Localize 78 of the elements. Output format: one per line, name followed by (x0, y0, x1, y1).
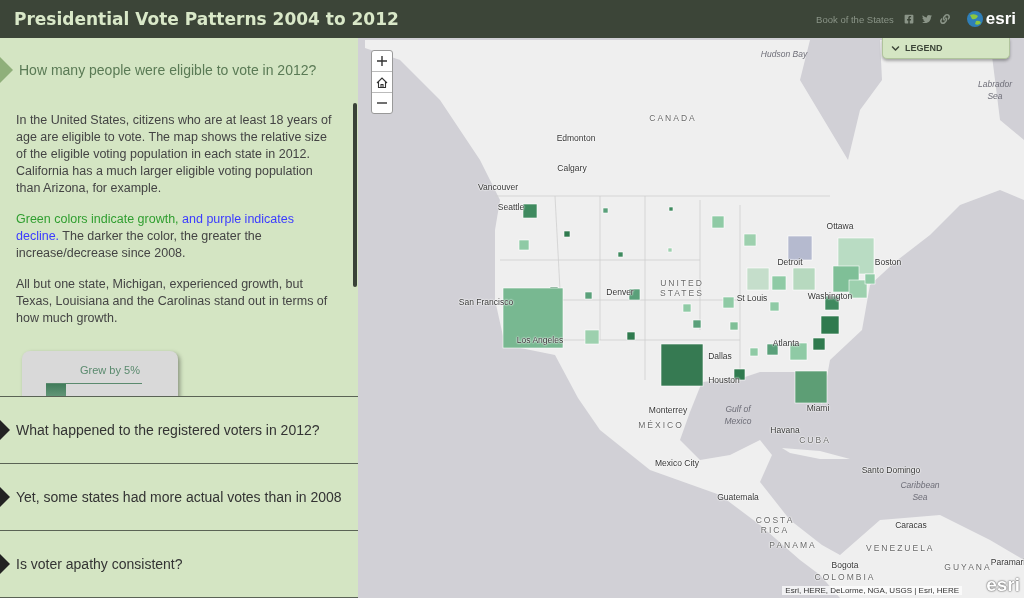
city-label: Vancouver (478, 182, 518, 192)
paragraph: All but one state, Michigan, experienced growth, but Texas, Louisiana and the Carolinas stand out in terms of how much growth. (16, 276, 329, 327)
country-label: COLOMBIA (813, 572, 877, 582)
arrow-icon (0, 57, 13, 83)
chart-title: Grew by 5% (80, 364, 140, 376)
population-square (743, 233, 757, 247)
arrow-icon (0, 554, 10, 574)
home-icon (376, 76, 388, 88)
population-square (584, 291, 593, 300)
population-square (518, 239, 530, 251)
paragraph: In the United States, citizens who are at least 18 years of age are eligible to vote. The map shows the relative size of the eligible voting population in each state in 2012. California has a much larger eligible voting population than Arizona, for example. (16, 112, 333, 197)
country-label: UNITED STATES (659, 278, 705, 298)
population-square (722, 296, 735, 309)
section-header[interactable]: What happened to the registered voters in 2012? (0, 420, 358, 440)
city-label: Paramari (990, 557, 1024, 567)
population-square (626, 331, 636, 341)
arrow-icon (0, 487, 10, 507)
population-square (794, 370, 828, 404)
link-icon[interactable] (939, 14, 950, 24)
city-label: Boston (874, 257, 902, 267)
facebook-icon[interactable] (903, 14, 914, 24)
city-label: Caracas (895, 520, 927, 530)
city-label: Santo Domingo (861, 465, 921, 475)
logo-text: esri (985, 9, 1016, 29)
city-label: Dallas (708, 351, 732, 361)
city-label: Calgary (557, 163, 587, 173)
twitter-icon[interactable] (921, 14, 932, 24)
city-label: Edmonton (556, 133, 596, 143)
legend-button[interactable]: LEGEND (882, 38, 1010, 59)
population-square (522, 203, 538, 219)
city-label: St Louis (736, 293, 768, 303)
country-label: CUBA (798, 435, 832, 445)
chevron-icon (891, 43, 900, 53)
population-square (692, 319, 702, 329)
population-square (729, 321, 739, 331)
population-square (812, 337, 826, 351)
city-label: Houston (708, 375, 740, 385)
section-header[interactable]: How many people were eligible to vote in 2012? (0, 38, 358, 102)
arrow-icon (0, 420, 10, 440)
globe-icon (965, 10, 984, 28)
water-label: Caribbean Sea (899, 479, 941, 503)
water-label: Hudson Bay (759, 48, 809, 60)
city-label: Detroit (777, 257, 803, 267)
island-drawing (782, 448, 850, 459)
scrollbar[interactable] (353, 103, 357, 287)
city-label: Atlanta (772, 338, 800, 348)
city-label: Havana (770, 425, 800, 435)
city-label: Guatemala (717, 492, 759, 502)
population-square (563, 230, 571, 238)
population-square (584, 329, 600, 345)
city-label: Bogota (831, 560, 859, 570)
country-label: CANADA (648, 113, 698, 123)
water-label: Gulf of Mexico (723, 403, 753, 427)
map-attribution: Esri, HERE, DeLorme, NGA, USGS | Esri, HERE (782, 586, 962, 595)
population-square (682, 303, 692, 313)
population-square (660, 343, 704, 387)
country-label: PANAMA (768, 540, 818, 550)
country-label: COSTA RICA (754, 515, 796, 535)
city-label: Washington (807, 291, 853, 301)
population-square (711, 215, 725, 229)
city-label: Mexico City (655, 458, 699, 468)
minus-icon (377, 102, 387, 104)
section-header[interactable]: Yet, some states had more actual votes than in 2008 (0, 487, 358, 507)
water-label: Labrador Sea (977, 78, 1014, 102)
section-header[interactable]: Is voter apathy consistent? (0, 554, 358, 574)
map-logo: esri (986, 574, 1020, 596)
population-square (792, 267, 816, 291)
population-square (749, 347, 759, 357)
plus-icon (377, 56, 387, 66)
page-title: Presidential Vote Patterns 2004 to 2012 (14, 9, 400, 29)
population-square (769, 301, 780, 312)
city-label: Miami (806, 403, 830, 413)
city-label: Monterrey (648, 405, 688, 415)
paragraph: Green colors indicate growth, and purple indicates decline. The darker the color, the greater the increase/decrease since 2008. (16, 211, 295, 262)
population-square (820, 315, 840, 335)
city-label: Ottawa (826, 221, 854, 231)
city-label: Los Angeles (516, 335, 564, 345)
country-label: MÉXICO (637, 420, 685, 430)
